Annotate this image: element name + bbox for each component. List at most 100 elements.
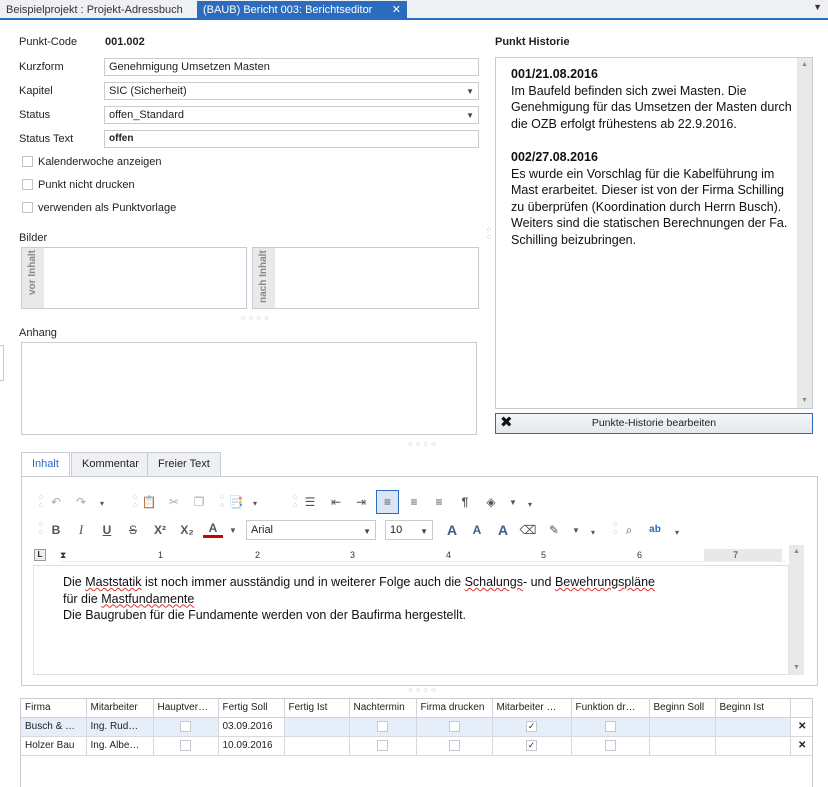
cell-fertig-ist[interactable]	[284, 736, 350, 756]
ruler-indent-icon[interactable]: ⧗	[60, 548, 66, 562]
superscript-icon[interactable]: X²	[150, 520, 170, 540]
grid-checkbox[interactable]	[448, 739, 460, 751]
indent-icon[interactable]: ⇥	[351, 492, 371, 512]
toolbar-more-icon[interactable]: ▾	[249, 494, 261, 514]
column-header[interactable]: Fertig Soll	[218, 699, 285, 718]
delete-row-icon[interactable]: ✕	[790, 736, 812, 756]
grow-font-icon[interactable]: A	[442, 520, 462, 540]
subscript-icon[interactable]: X₂	[177, 520, 197, 540]
cell-mitarbeiter-drucken[interactable]: ✓	[492, 717, 572, 737]
close-icon[interactable]: ✕	[392, 1, 401, 20]
tab-stop-icon[interactable]: L	[34, 549, 46, 561]
font-family-select[interactable]: Arial ▼	[246, 520, 376, 540]
cut-icon[interactable]: ✂	[164, 492, 184, 512]
change-case-icon[interactable]: A	[493, 520, 513, 540]
splitter-grip[interactable]: ⁘⁘⁘⁘	[407, 686, 438, 695]
column-header[interactable]: Hauptver…	[153, 699, 219, 718]
grid-checkbox[interactable]	[604, 739, 616, 751]
cell-fertig-ist[interactable]	[284, 717, 350, 737]
grid-checkbox[interactable]	[448, 720, 460, 732]
cell-firma[interactable]: Busch & …	[21, 717, 87, 737]
grid-checkbox[interactable]	[377, 720, 388, 732]
paste-special-icon[interactable]: 📑	[226, 492, 246, 512]
bold-icon[interactable]: B	[46, 520, 66, 540]
paste-icon[interactable]: 📋	[139, 492, 159, 512]
fill-color-icon[interactable]: ◈	[481, 492, 501, 512]
tab-inhalt[interactable]: Inhalt	[21, 452, 70, 476]
scroll-up-icon[interactable]: ▲	[797, 58, 812, 72]
scroll-up-icon[interactable]: ▲	[789, 545, 804, 559]
grid-checkbox[interactable]	[377, 739, 388, 751]
cell-mitarbeiter[interactable]: Ing. Rud…	[86, 717, 154, 737]
cell-hauptver[interactable]	[153, 736, 219, 756]
chevron-down-icon[interactable]: ▼	[507, 493, 519, 513]
kurzform-input[interactable]: Genehmigung Umsetzen Masten	[104, 58, 479, 76]
anhang-pane[interactable]	[21, 342, 477, 435]
underline-icon[interactable]: U	[97, 520, 117, 540]
scroll-down-icon[interactable]: ▼	[797, 394, 812, 408]
historie-pane[interactable]: 001/21.08.2016 Im Baufeld befinden sich …	[495, 57, 813, 409]
punktvorlage-checkbox[interactable]	[22, 202, 33, 213]
cell-beginn-soll[interactable]	[649, 717, 716, 737]
cell-beginn-soll[interactable]	[649, 736, 716, 756]
toolbar-grip[interactable]: ⁘⁘	[130, 494, 139, 509]
toolbar-grip[interactable]: ⁘⁘	[217, 494, 226, 509]
pilcrow-icon[interactable]: ¶	[455, 492, 475, 512]
strikethrough-icon[interactable]: S	[123, 520, 143, 540]
ruler[interactable]	[60, 548, 785, 562]
bilder-vor-inhalt-pane[interactable]: vor Inhalt	[21, 247, 247, 309]
cell-firma-drucken[interactable]	[416, 717, 493, 737]
grid-checkbox[interactable]	[604, 720, 616, 732]
align-center-icon[interactable]: ≡	[404, 492, 424, 512]
tab-freier-text[interactable]: Freier Text	[147, 452, 221, 476]
tab-projekt-adressbuch[interactable]: Beispielprojekt : Projekt-Adressbuch	[0, 1, 197, 20]
italic-icon[interactable]: I	[71, 520, 91, 540]
toolbar-more-icon[interactable]: ▾	[524, 495, 536, 515]
grid-checkbox-checked[interactable]: ✓	[526, 720, 537, 732]
bilder-nach-inhalt-pane[interactable]: nach Inhalt	[252, 247, 479, 309]
align-left-icon[interactable]: ≡	[376, 490, 399, 514]
splitter-grip[interactable]: ⁘⁘	[484, 226, 493, 241]
cell-funktion-drucken[interactable]	[571, 717, 650, 737]
historie-scrollbar[interactable]: ▲ ▼	[797, 58, 812, 408]
column-header[interactable]: Mitarbeiter …	[492, 699, 572, 718]
tab-dropdown-icon[interactable]: ▼	[813, 2, 822, 12]
tab-kommentar[interactable]: Kommentar	[71, 452, 150, 476]
chevron-down-icon[interactable]: ▼	[466, 108, 474, 124]
chevron-down-icon[interactable]: ▼	[466, 84, 474, 100]
chevron-down-icon[interactable]: ▼	[570, 521, 582, 541]
cell-firma-drucken[interactable]	[416, 736, 493, 756]
toolbar-more-icon[interactable]: ▾	[671, 523, 683, 543]
status-text-input[interactable]: offen	[104, 130, 479, 148]
highlight-icon[interactable]: ✎	[544, 520, 564, 540]
rich-text-area[interactable]: Die Maststatik ist noch immer ausständig…	[33, 565, 789, 675]
toolbar-grip[interactable]: ⁘⁘	[36, 494, 45, 509]
cell-fertig-soll[interactable]: 10.09.2016	[218, 736, 285, 756]
column-header[interactable]: Beginn Soll	[649, 699, 716, 718]
delete-row-icon[interactable]: ✕	[790, 717, 812, 737]
copy-icon[interactable]: ❐	[189, 492, 209, 512]
kapitel-select[interactable]: SIC (Sicherheit) ▼	[104, 82, 479, 100]
toolbar-grip[interactable]: ⁘⁘	[290, 494, 299, 509]
shrink-font-icon[interactable]: A	[467, 520, 487, 540]
chevron-down-icon[interactable]: ▼	[227, 521, 239, 541]
toolbar-more-icon[interactable]: ▾	[587, 523, 599, 543]
column-header[interactable]: Firma drucken	[416, 699, 493, 718]
column-header[interactable]: Mitarbeiter	[86, 699, 154, 718]
cell-beginn-ist[interactable]	[715, 736, 791, 756]
column-header[interactable]: Nachtermin	[349, 699, 417, 718]
clear-format-icon[interactable]: ⌫	[518, 520, 538, 540]
nicht-drucken-checkbox[interactable]	[22, 179, 33, 190]
tab-berichtseditor[interactable]: (BAUB) Bericht 003: Berichtseditor ✕	[197, 1, 407, 20]
toolbar-grip[interactable]: ⁘⁘	[36, 521, 45, 536]
align-right-icon[interactable]: ≡	[429, 492, 449, 512]
column-header[interactable]: Firma	[21, 699, 87, 718]
font-size-select[interactable]: 10 ▼	[385, 520, 433, 540]
column-header[interactable]: Beginn Ist	[715, 699, 791, 718]
toolbar-grip[interactable]: ⁘⁘	[610, 521, 619, 536]
cell-nachtermin[interactable]	[349, 717, 417, 737]
bullet-list-icon[interactable]: ☰	[300, 492, 320, 512]
cell-funktion-drucken[interactable]	[571, 736, 650, 756]
splitter-grip[interactable]: ⁘⁘⁘⁘	[407, 440, 438, 449]
chevron-down-icon[interactable]: ▼	[420, 523, 428, 541]
